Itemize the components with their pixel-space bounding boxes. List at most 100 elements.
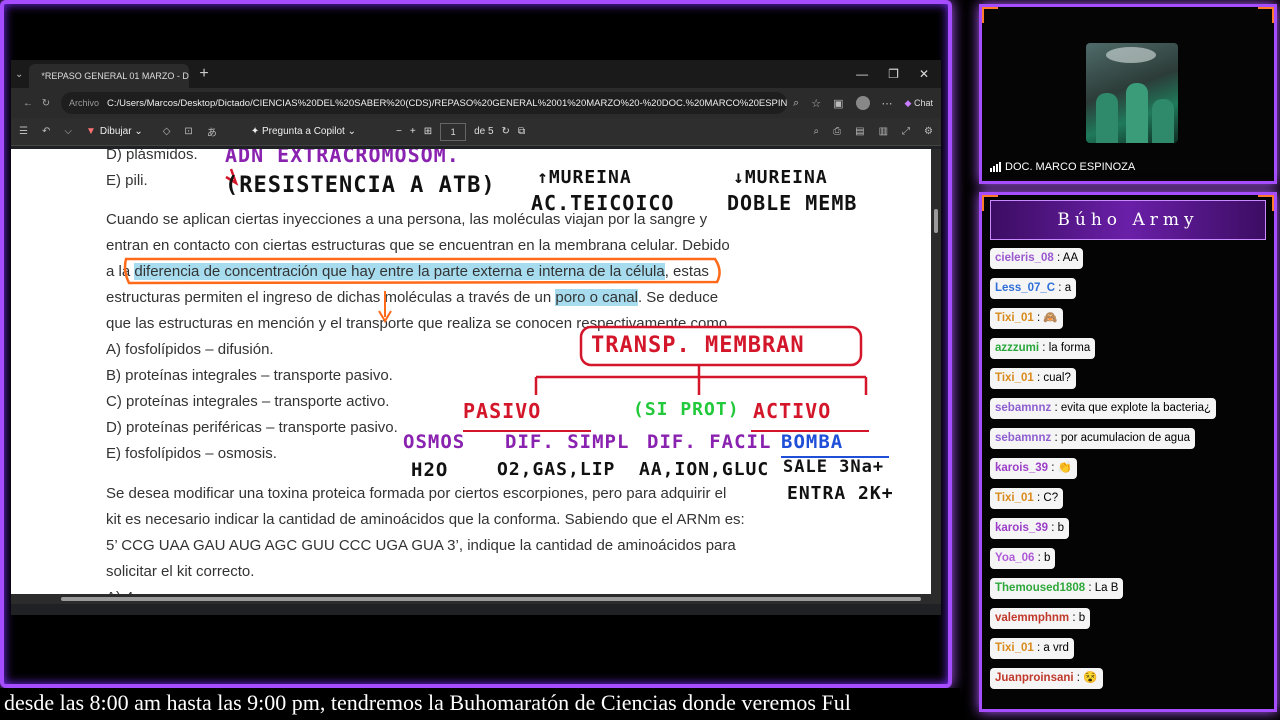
search-icon[interactable]: ⌕	[814, 126, 820, 137]
highlight-icon[interactable]: ⌵	[64, 126, 72, 137]
handwritten-note: O2,GAS,LIP	[497, 459, 616, 480]
handwritten-note: ↓MUREINA	[733, 167, 828, 188]
page-view-icon[interactable]: ⧉	[518, 126, 525, 137]
rotate-icon[interactable]: ↻	[502, 126, 510, 137]
handwritten-note: DIF. SIMPL	[505, 431, 630, 453]
reload-icon[interactable]: ↻	[37, 98, 55, 109]
highlighted-text: diferencia de concentración que hay entr…	[134, 263, 665, 280]
file-label: Archivo	[69, 98, 100, 108]
profile-icon[interactable]	[855, 96, 870, 110]
chat-bubble: karois_39 : b	[990, 518, 1070, 539]
chat-bubble: azzzumi : la forma	[990, 338, 1096, 359]
collections-icon[interactable]: ▣	[833, 97, 843, 110]
fullscreen-icon[interactable]: ⤢	[902, 126, 910, 137]
chat-message: Tixi_01 : C?	[990, 488, 1274, 518]
presenter-label: DOC. MARCO ESPINOZA	[990, 161, 1135, 173]
chat-message: karois_39 : b	[990, 518, 1274, 548]
text-icon[interactable]: ⊡	[184, 126, 192, 137]
handwritten-note: ↑MUREINA	[537, 167, 632, 188]
new-tab-button[interactable]: +	[199, 65, 208, 83]
zoom-out-icon[interactable]: −	[396, 126, 402, 137]
draw-button[interactable]: ▼ Dibujar ⌄	[86, 126, 143, 137]
horizontal-scrollbar[interactable]	[11, 594, 931, 604]
handwritten-note: H2O	[411, 459, 449, 481]
chat-text: b	[1044, 552, 1051, 564]
settings-icon[interactable]: ⚙	[924, 126, 933, 137]
chat-message: cieleris_08 : AA	[990, 248, 1274, 278]
handwritten-note: ACTIVO	[753, 399, 832, 423]
pdf-page: D) plásmidos. E) pili. Cuando se aplican…	[11, 149, 931, 604]
chat-message: Yoa_06 : b	[990, 548, 1274, 578]
chat-username: Tixi_01	[995, 642, 1034, 654]
back-icon[interactable]: ←	[19, 98, 37, 109]
print-icon[interactable]: ⎙	[833, 126, 841, 137]
chat-message: Themoused1808 : La B	[990, 578, 1274, 608]
close-window-icon[interactable]: ✕	[919, 67, 929, 81]
page-number-input[interactable]: 1	[440, 122, 467, 141]
favorite-icon[interactable]: ☆	[811, 97, 821, 110]
save-icon[interactable]: ▤	[855, 126, 864, 137]
contents-icon[interactable]: ☰	[19, 126, 28, 137]
eraser-icon[interactable]: ◇	[163, 126, 171, 137]
chat-message: sebamnnz : evita que explote la bacteria…	[990, 398, 1274, 428]
chat-message: valemmphnm : b	[990, 608, 1274, 638]
handwritten-note: DOBLE MEMB	[727, 191, 858, 215]
save-as-icon[interactable]: ▥	[879, 126, 888, 137]
doc-line: E) pili.	[106, 172, 148, 189]
chat-bubble: Tixi_01 : a vrd	[990, 638, 1074, 659]
chat-message: Tixi_01 : cual?	[990, 368, 1274, 398]
chat-username: Yoa_06	[995, 552, 1035, 564]
handwritten-note: PASIVO	[463, 399, 542, 423]
page-total: de 5	[474, 126, 494, 137]
handwritten-note: BOMBA	[781, 431, 844, 453]
scroll-thumb[interactable]	[61, 597, 921, 601]
handwritten-note: (RESISTENCIA A ATB)	[225, 173, 496, 198]
chat-bubble: Tixi_01 : cual?	[990, 368, 1076, 389]
chat-bubble: Themoused1808 : La B	[990, 578, 1124, 599]
chat-text: 👏	[1057, 462, 1072, 474]
pdf-toolbar: ☰ ↶ ⌵ ▼ Dibujar ⌄ ◇ ⊡ あ ✦ Pregunta a Copi…	[11, 118, 941, 146]
chat-username: azzzumi	[995, 342, 1040, 354]
chat-text: C?	[1043, 492, 1059, 504]
chat-message: sebamnnz : por acumulacion de agua	[990, 428, 1274, 458]
zoom-in-icon[interactable]: +	[410, 126, 416, 137]
minimize-icon[interactable]: —	[856, 67, 868, 81]
tab-bar: ⌄ *REPASO GENERAL 01 MARZO - D ✕ + — ❐ ✕	[11, 60, 941, 88]
more-icon[interactable]: ⋯	[882, 97, 893, 110]
chat-username: karois_39	[995, 522, 1049, 534]
url-field[interactable]: Archivo C:/Users/Marcos/Desktop/Dictado/…	[61, 92, 788, 114]
chat-username: karois_39	[995, 462, 1049, 474]
chat-username: Less_07_C	[995, 282, 1056, 294]
chat-bubble: valemmphnm : b	[990, 608, 1091, 629]
chat-username: sebamnnz	[995, 402, 1052, 414]
chat-bubble: Yoa_06 : b	[990, 548, 1056, 569]
tab-actions-icon[interactable]: ⌄	[15, 69, 23, 80]
webcam-video	[1086, 43, 1178, 143]
copilot-button[interactable]: ✦ Pregunta a Copilot ⌄	[251, 126, 356, 137]
chat-text: b	[1057, 522, 1065, 534]
chat-username: Tixi_01	[995, 492, 1034, 504]
chat-message: Less_07_C : a	[990, 278, 1274, 308]
read-aloud-icon[interactable]: あ	[207, 124, 217, 139]
scroll-thumb[interactable]	[934, 209, 938, 233]
chat-text: por acumulacion de agua	[1060, 432, 1190, 444]
chat-button[interactable]: ◆ Chat	[905, 98, 933, 109]
vertical-scrollbar[interactable]	[931, 149, 941, 604]
handwritten-note: TRANSP. MEMBRAN	[591, 333, 805, 358]
option-d: D) proteínas periféricas – transporte pa…	[106, 419, 398, 436]
restore-icon[interactable]: ❐	[888, 67, 899, 81]
zoom-icon[interactable]: ⌕	[793, 97, 799, 110]
chat-bubble: sebamnnz : por acumulacion de agua	[990, 428, 1195, 449]
tab-pdf[interactable]: *REPASO GENERAL 01 MARZO - D ✕	[29, 64, 190, 88]
fit-page-icon[interactable]: ⊞	[424, 126, 432, 137]
chat-message: Juanproinsani : 😵	[990, 668, 1274, 698]
tab-title: *REPASO GENERAL 01 MARZO - D	[41, 71, 189, 81]
chat-bubble: Tixi_01 : 🙈	[990, 308, 1063, 329]
doc-line: a la diferencia de concentración que hay…	[106, 263, 709, 280]
chat-username: cieleris_08	[995, 252, 1054, 264]
chat-text: la forma	[1048, 342, 1091, 354]
chat-text: cual?	[1043, 372, 1071, 384]
undo-icon[interactable]: ↶	[42, 126, 50, 137]
chat-username: Themoused1808	[995, 582, 1086, 594]
chat-username: valemmphnm	[995, 612, 1070, 624]
